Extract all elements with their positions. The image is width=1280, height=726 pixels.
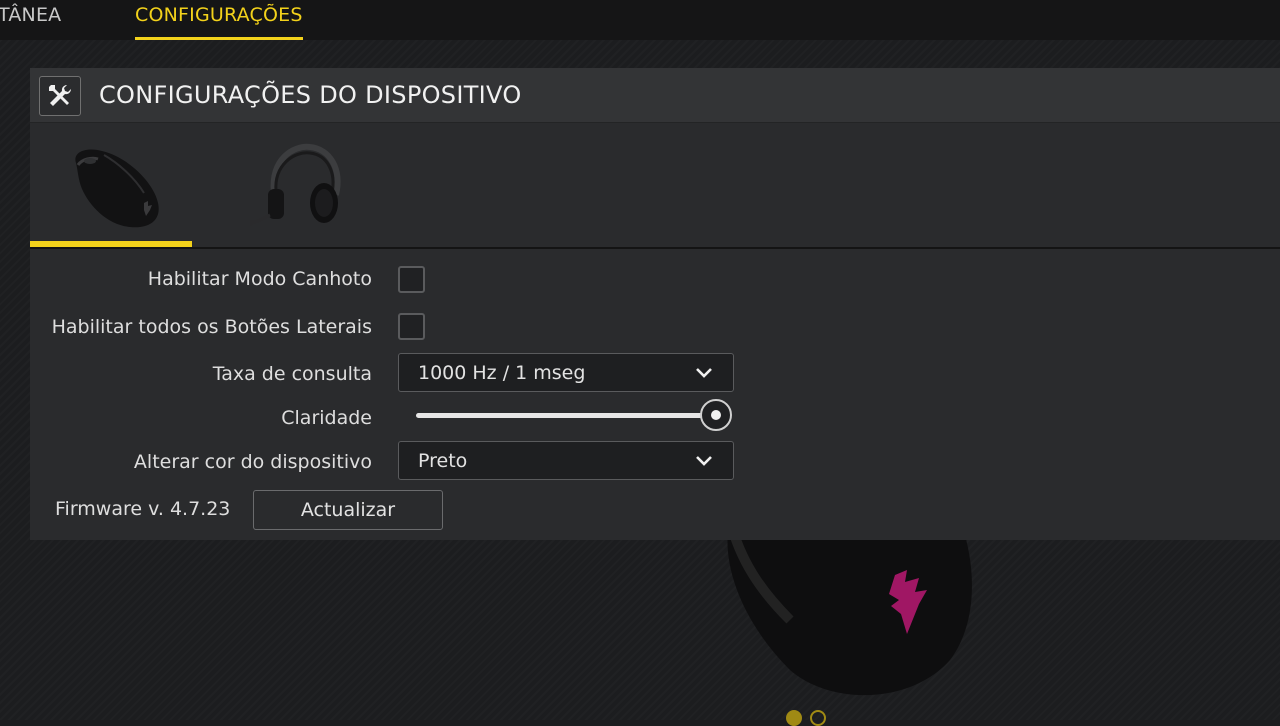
page-dot[interactable] (786, 710, 802, 726)
panel-title: CONFIGURAÇÕES DO DISPOSITIVO (99, 81, 522, 109)
tools-button[interactable] (39, 76, 81, 116)
brightness-slider[interactable] (416, 398, 734, 434)
left-handed-checkbox[interactable] (398, 266, 425, 293)
device-tabs (30, 123, 1280, 249)
tools-icon (49, 84, 72, 106)
device-settings-panel: CONFIGURAÇÕES DO DISPOSITIVO Habilitar M… (30, 68, 1280, 540)
panel-header: CONFIGURAÇÕES DO DISPOSITIVO (30, 68, 1280, 123)
left-handed-label: Habilitar Modo Canhoto (147, 268, 372, 290)
mouse-icon (75, 149, 159, 228)
selected-tab-indicator (30, 241, 192, 247)
polling-rate-value: 1000 Hz / 1 mseg (418, 362, 586, 384)
side-buttons-label: Habilitar todos os Botões Laterais (51, 316, 372, 338)
nav-tab-settings[interactable]: CONFIGURAÇÕES (135, 0, 303, 40)
polling-rate-label: Taxa de consulta (212, 363, 372, 385)
page-dot[interactable] (810, 710, 826, 726)
update-firmware-button[interactable]: Actualizar (253, 490, 443, 530)
device-color-select[interactable]: Preto (398, 441, 734, 480)
chevron-down-icon (696, 368, 712, 378)
nav-tab-label: TÂNEA (0, 4, 62, 26)
device-color-label: Alterar cor do dispositivo (133, 451, 372, 473)
slider-thumb[interactable] (700, 399, 732, 431)
device-color-value: Preto (418, 450, 468, 472)
polling-rate-select[interactable]: 1000 Hz / 1 mseg (398, 353, 734, 392)
device-tab-headset[interactable] (220, 123, 382, 247)
active-tab-underline (135, 37, 303, 40)
top-nav: TÂNEA CONFIGURAÇÕES (0, 0, 1280, 40)
chevron-down-icon (696, 456, 712, 466)
device-tab-mouse[interactable] (30, 123, 192, 247)
nav-tab-label: CONFIGURAÇÕES (135, 4, 303, 26)
slider-track (416, 413, 716, 418)
nav-tab-previous[interactable]: TÂNEA (0, 0, 61, 40)
brightness-label: Claridade (281, 407, 372, 429)
firmware-version: Firmware v. 4.7.23 (55, 498, 231, 520)
side-buttons-checkbox[interactable] (398, 313, 425, 340)
headset-icon (250, 143, 341, 226)
